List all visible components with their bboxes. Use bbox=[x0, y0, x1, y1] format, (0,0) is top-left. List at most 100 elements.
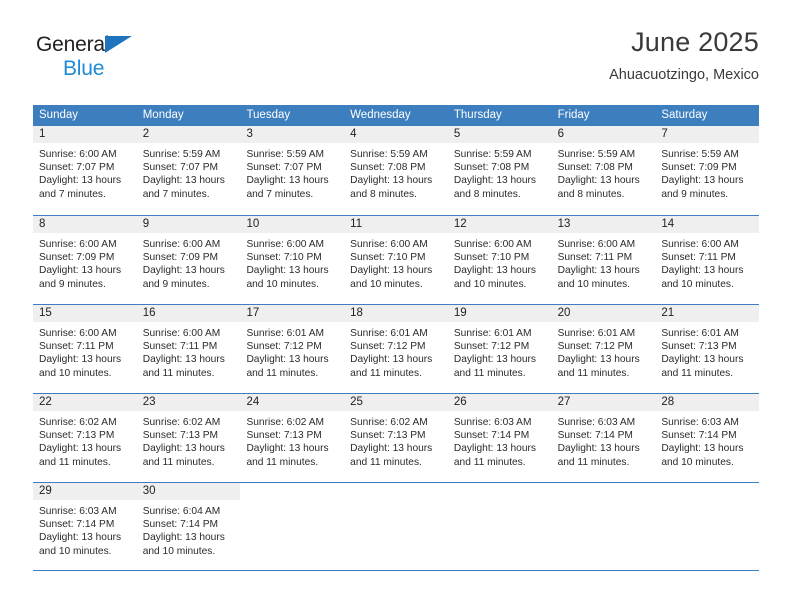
sunrise-text: Sunrise: 6:01 AM bbox=[350, 328, 428, 339]
sunset-text: Sunset: 7:10 PM bbox=[350, 252, 426, 264]
daylight-text-line2: and 8 minutes. bbox=[350, 188, 417, 200]
day-details: Sunrise: 6:00 AM Sunset: 7:11 PM Dayligh… bbox=[552, 233, 656, 291]
page-header: General Blue June 2025 Ahuacuotzingo, Me… bbox=[33, 26, 759, 98]
day-number: 2 bbox=[142, 128, 150, 140]
sunrise-text: Sunrise: 6:02 AM bbox=[39, 417, 117, 428]
day-details: Sunrise: 6:01 AM Sunset: 7:12 PM Dayligh… bbox=[448, 322, 552, 380]
day-cell-12[interactable]: 12 Sunrise: 6:00 AM Sunset: 7:10 PM Dayl… bbox=[447, 216, 552, 304]
calendar-page: General Blue June 2025 Ahuacuotzingo, Me… bbox=[0, 0, 792, 612]
day-cell-5[interactable]: 5 Sunrise: 5:59 AM Sunset: 7:08 PM Dayli… bbox=[447, 126, 552, 215]
daylight-text-line1: Daylight: 13 hours bbox=[350, 443, 433, 455]
day-number-band bbox=[655, 483, 759, 500]
day-details: Sunrise: 6:02 AM Sunset: 7:13 PM Dayligh… bbox=[33, 411, 137, 469]
day-cell-18[interactable]: 18 Sunrise: 6:01 AM Sunset: 7:12 PM Dayl… bbox=[344, 305, 448, 393]
day-cell-22[interactable]: 22 Sunrise: 6:02 AM Sunset: 7:13 PM Dayl… bbox=[33, 394, 137, 482]
day-cell-empty bbox=[240, 483, 344, 570]
day-number-band: 25 bbox=[344, 394, 448, 411]
day-cell-15[interactable]: 15 Sunrise: 6:00 AM Sunset: 7:11 PM Dayl… bbox=[33, 305, 137, 393]
daylight-text-line1: Daylight: 13 hours bbox=[39, 175, 122, 187]
week-row: 8 Sunrise: 6:00 AM Sunset: 7:09 PM Dayli… bbox=[33, 215, 760, 304]
day-details: Sunrise: 5:59 AM Sunset: 7:08 PM Dayligh… bbox=[344, 143, 448, 201]
sunrise-text: Sunrise: 5:59 AM bbox=[661, 149, 739, 160]
day-cell-23[interactable]: 23 Sunrise: 6:02 AM Sunset: 7:13 PM Dayl… bbox=[136, 394, 241, 482]
day-number: 11 bbox=[350, 218, 363, 230]
daylight-text-line1: Daylight: 13 hours bbox=[350, 265, 433, 277]
day-cell-empty bbox=[655, 483, 759, 570]
daylight-text-line2: and 10 minutes. bbox=[557, 278, 631, 290]
weekday-header-monday: Monday bbox=[142, 109, 184, 121]
day-number: 27 bbox=[557, 396, 571, 408]
day-details: Sunrise: 6:00 AM Sunset: 7:10 PM Dayligh… bbox=[344, 233, 448, 291]
daylight-text-line2: and 7 minutes. bbox=[246, 188, 314, 200]
day-number: 9 bbox=[142, 218, 150, 230]
day-cell-24[interactable]: 24 Sunrise: 6:02 AM Sunset: 7:13 PM Dayl… bbox=[240, 394, 345, 482]
day-number-band: 18 bbox=[344, 305, 448, 322]
sunrise-text: Sunrise: 6:00 AM bbox=[453, 239, 532, 250]
day-cell-29[interactable]: 29 Sunrise: 6:03 AM Sunset: 7:14 PM Dayl… bbox=[33, 483, 137, 570]
title-block: June 2025 Ahuacuotzingo, Mexico bbox=[609, 26, 759, 85]
generalblue-logo: General Blue bbox=[36, 34, 156, 90]
daylight-text-line1: Daylight: 13 hours bbox=[661, 354, 744, 366]
day-cell-8[interactable]: 8 Sunrise: 6:00 AM Sunset: 7:09 PM Dayli… bbox=[33, 216, 137, 304]
day-number-band: 26 bbox=[447, 394, 552, 411]
day-cell-1[interactable]: 1 Sunrise: 6:00 AM Sunset: 7:07 PM Dayli… bbox=[33, 126, 137, 215]
day-number: 5 bbox=[453, 128, 461, 140]
day-number-band: 23 bbox=[136, 394, 241, 411]
day-cell-10[interactable]: 10 Sunrise: 6:00 AM Sunset: 7:10 PM Dayl… bbox=[240, 216, 345, 304]
day-cell-13[interactable]: 13 Sunrise: 6:00 AM Sunset: 7:11 PM Dayl… bbox=[551, 216, 656, 304]
sunset-text: Sunset: 7:14 PM bbox=[557, 430, 633, 442]
day-details: Sunrise: 5:59 AM Sunset: 7:08 PM Dayligh… bbox=[552, 143, 656, 201]
daylight-text-line1: Daylight: 13 hours bbox=[246, 265, 329, 277]
sunset-text: Sunset: 7:10 PM bbox=[453, 252, 530, 264]
day-cell-4[interactable]: 4 Sunrise: 5:59 AM Sunset: 7:08 PM Dayli… bbox=[344, 126, 448, 215]
day-cell-9[interactable]: 9 Sunrise: 6:00 AM Sunset: 7:09 PM Dayli… bbox=[136, 216, 241, 304]
sunrise-text: Sunrise: 6:03 AM bbox=[39, 506, 117, 517]
daylight-text-line2: and 11 minutes. bbox=[557, 367, 630, 379]
day-number: 17 bbox=[246, 307, 260, 319]
day-cell-6[interactable]: 6 Sunrise: 5:59 AM Sunset: 7:08 PM Dayli… bbox=[551, 126, 656, 215]
sunset-text: Sunset: 7:11 PM bbox=[557, 252, 633, 264]
daylight-text-line2: and 9 minutes. bbox=[142, 278, 210, 290]
day-number-band: 19 bbox=[447, 305, 552, 322]
day-cell-20[interactable]: 20 Sunrise: 6:01 AM Sunset: 7:12 PM Dayl… bbox=[551, 305, 656, 393]
day-cell-11[interactable]: 11 Sunrise: 6:00 AM Sunset: 7:10 PM Dayl… bbox=[344, 216, 448, 304]
day-number: 25 bbox=[350, 396, 363, 408]
day-cell-2[interactable]: 2 Sunrise: 5:59 AM Sunset: 7:07 PM Dayli… bbox=[136, 126, 241, 215]
day-cell-28[interactable]: 28 Sunrise: 6:03 AM Sunset: 7:14 PM Dayl… bbox=[655, 394, 760, 482]
day-cell-14[interactable]: 14 Sunrise: 6:00 AM Sunset: 7:11 PM Dayl… bbox=[655, 216, 760, 304]
sunset-text: Sunset: 7:07 PM bbox=[246, 162, 322, 174]
daylight-text-line2: and 10 minutes. bbox=[39, 545, 112, 557]
sunrise-text: Sunrise: 6:02 AM bbox=[142, 417, 221, 428]
daylight-text-line2: and 9 minutes. bbox=[661, 188, 729, 200]
day-cell-30[interactable]: 30 Sunrise: 6:04 AM Sunset: 7:14 PM Dayl… bbox=[136, 483, 241, 570]
daylight-text-line2: and 7 minutes. bbox=[39, 188, 106, 200]
day-number: 26 bbox=[453, 396, 467, 408]
day-number: 24 bbox=[246, 396, 260, 408]
day-number-band: 29 bbox=[33, 483, 137, 500]
day-details: Sunrise: 5:59 AM Sunset: 7:07 PM Dayligh… bbox=[240, 143, 344, 201]
day-cell-21[interactable]: 21 Sunrise: 6:01 AM Sunset: 7:13 PM Dayl… bbox=[655, 305, 760, 393]
week-row: 15 Sunrise: 6:00 AM Sunset: 7:11 PM Dayl… bbox=[33, 304, 760, 393]
day-number-band: 17 bbox=[240, 305, 345, 322]
sunrise-text: Sunrise: 6:03 AM bbox=[557, 417, 636, 428]
sunset-text: Sunset: 7:11 PM bbox=[142, 341, 218, 353]
daylight-text-line2: and 11 minutes. bbox=[661, 367, 734, 379]
sunrise-text: Sunrise: 6:04 AM bbox=[142, 506, 221, 517]
day-cell-16[interactable]: 16 Sunrise: 6:00 AM Sunset: 7:11 PM Dayl… bbox=[136, 305, 241, 393]
day-cell-19[interactable]: 19 Sunrise: 6:01 AM Sunset: 7:12 PM Dayl… bbox=[447, 305, 552, 393]
sunrise-text: Sunrise: 6:02 AM bbox=[246, 417, 325, 428]
day-number-band: 5 bbox=[447, 126, 552, 143]
day-cell-17[interactable]: 17 Sunrise: 6:01 AM Sunset: 7:12 PM Dayl… bbox=[240, 305, 345, 393]
sunset-text: Sunset: 7:12 PM bbox=[557, 341, 633, 353]
day-cell-25[interactable]: 25 Sunrise: 6:02 AM Sunset: 7:13 PM Dayl… bbox=[344, 394, 448, 482]
day-cell-27[interactable]: 27 Sunrise: 6:03 AM Sunset: 7:14 PM Dayl… bbox=[551, 394, 656, 482]
daylight-text-line1: Daylight: 13 hours bbox=[453, 265, 536, 277]
daylight-text-line2: and 11 minutes. bbox=[453, 367, 526, 379]
page-subtitle-location: Ahuacuotzingo, Mexico bbox=[609, 67, 759, 83]
sunset-text: Sunset: 7:14 PM bbox=[453, 430, 530, 442]
sunrise-text: Sunrise: 6:02 AM bbox=[350, 417, 428, 428]
day-cell-26[interactable]: 26 Sunrise: 6:03 AM Sunset: 7:14 PM Dayl… bbox=[447, 394, 552, 482]
day-cell-7[interactable]: 7 Sunrise: 5:59 AM Sunset: 7:09 PM Dayli… bbox=[655, 126, 760, 215]
day-cell-3[interactable]: 3 Sunrise: 5:59 AM Sunset: 7:07 PM Dayli… bbox=[240, 126, 345, 215]
daylight-text-line2: and 11 minutes. bbox=[246, 367, 319, 379]
